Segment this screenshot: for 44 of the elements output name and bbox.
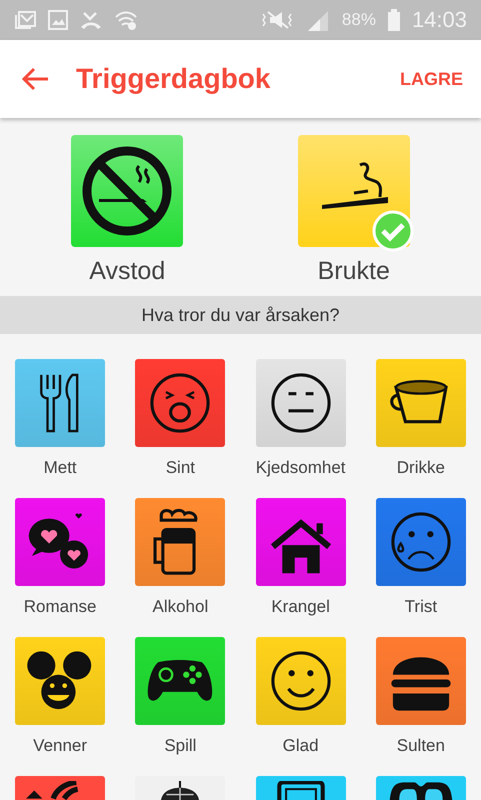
section-title: Hva tror du var årsaken?: [141, 304, 340, 326]
trigger-tile[interactable]: [15, 359, 106, 447]
outcome-label: Avstod: [89, 256, 166, 287]
trigger-label: Venner: [33, 736, 88, 756]
back-button[interactable]: [22, 67, 48, 91]
trigger-tile[interactable]: [376, 776, 466, 800]
trigger-tile[interactable]: [135, 359, 226, 447]
trigger-label: Alkohol: [152, 597, 208, 617]
outcome-label: Brukte: [318, 256, 390, 287]
trigger-tile[interactable]: [135, 637, 226, 725]
trigger-label: Sulten: [396, 736, 445, 756]
trigger-label: Sint: [166, 458, 196, 478]
trigger-tile[interactable]: [135, 776, 226, 800]
trigger-tile[interactable]: [376, 498, 466, 586]
wifi-icon: [114, 10, 138, 30]
trigger-label: Romanse: [24, 597, 96, 617]
trigger-tile[interactable]: [256, 498, 346, 586]
back-arrow-icon: [22, 67, 48, 91]
trigger-label: Mett: [44, 458, 77, 478]
trigger-label: Trist: [404, 597, 438, 617]
trigger-label: Glad: [282, 736, 319, 756]
trigger-tile[interactable]: [256, 776, 346, 800]
trigger-tile[interactable]: [256, 637, 346, 725]
trigger-tile[interactable]: [256, 359, 346, 447]
missed-call-icon: [80, 10, 102, 30]
outcome-tile[interactable]: [71, 135, 184, 247]
checkmark-icon: [372, 210, 414, 252]
image-icon: [48, 10, 68, 30]
battery-icon: [388, 9, 400, 31]
trigger-label: Drikke: [396, 458, 445, 478]
trigger-label: Krangel: [271, 597, 330, 617]
trigger-tile[interactable]: [15, 637, 106, 725]
trigger-label: Spill: [164, 736, 196, 756]
trigger-label: Kjedsomhet: [256, 458, 346, 478]
trigger-tile[interactable]: [376, 637, 466, 725]
trigger-tile[interactable]: [376, 359, 466, 447]
screen-title: Triggerdagbok: [76, 63, 272, 95]
trigger-tile[interactable]: [15, 776, 106, 800]
save-button[interactable]: LAGRE: [400, 62, 463, 96]
mail-icon: [14, 10, 36, 30]
trigger-tile[interactable]: [15, 498, 106, 586]
trigger-tile[interactable]: [135, 498, 226, 586]
mute-icon: [260, 10, 294, 30]
signal-icon: [306, 9, 330, 31]
